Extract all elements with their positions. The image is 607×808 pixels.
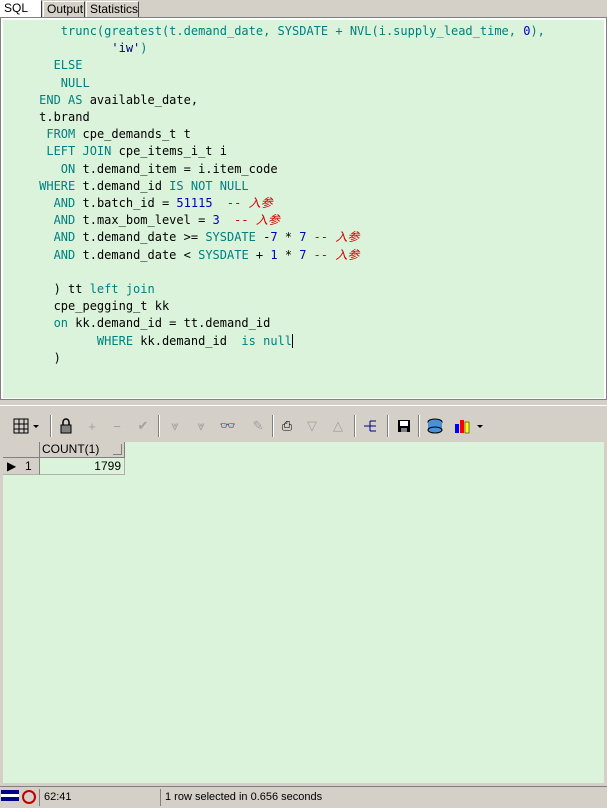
cursor-position: 62:41 <box>39 789 157 806</box>
add-record-button[interactable]: + <box>82 416 102 436</box>
tab-sql[interactable]: SQL <box>0 0 42 18</box>
chevron-double-down-icon: ⩔ <box>171 418 179 433</box>
row-indicator[interactable]: ▶ 1 <box>3 458 40 475</box>
floppy-disk-icon <box>398 420 410 432</box>
grid-menu-button[interactable] <box>10 416 44 436</box>
previous-page-button[interactable]: △ <box>328 416 348 436</box>
row-number: 1 <box>25 459 32 473</box>
tree-icon <box>364 420 376 432</box>
post-changes-button[interactable]: ✔ <box>133 416 153 436</box>
triangle-down-icon: ▽ <box>307 418 317 433</box>
tab-statistics-label: Statistics <box>90 2 139 16</box>
printer-icon: ⎙ <box>281 418 293 433</box>
eraser-icon: ✎ <box>252 418 264 433</box>
grid-icon <box>13 418 39 434</box>
tab-output-label: Output <box>47 2 84 16</box>
tab-statistics[interactable]: Statistics <box>86 1 139 17</box>
chart-menu-button[interactable] <box>452 416 488 436</box>
status-bar: 62:41 1 row selected in 0.656 seconds <box>0 786 607 808</box>
tab-bar: SQL Output Statistics <box>0 0 607 18</box>
chevron-double-down-bar-icon: ⩔ <box>197 418 205 433</box>
column-header-label: COUNT(1) <box>42 442 100 456</box>
next-page-button[interactable]: ▽ <box>302 416 322 436</box>
fetch-next-button[interactable]: ⩔ <box>165 416 185 436</box>
triangle-up-icon: △ <box>333 418 343 433</box>
database-icon <box>427 418 443 434</box>
grid-corner <box>3 442 40 458</box>
save-button[interactable] <box>394 416 414 436</box>
find-button[interactable]: 👓 <box>218 416 238 436</box>
current-row-arrow-icon: ▶ <box>7 459 17 473</box>
minus-icon: − <box>113 418 121 434</box>
binoculars-icon: 👓 <box>219 418 237 433</box>
clear-button[interactable]: ✎ <box>248 416 268 436</box>
export-button[interactable] <box>425 416 445 436</box>
result-grid[interactable]: COUNT(1) ▶ 1 1799 <box>3 442 604 783</box>
status-message: 1 row selected in 0.656 seconds <box>160 789 607 806</box>
lock-icon <box>60 418 72 434</box>
refresh-icon[interactable] <box>22 790 36 804</box>
text-cursor <box>292 333 293 348</box>
fetch-last-button[interactable]: ⩔ <box>191 416 211 436</box>
column-header-count[interactable]: COUNT(1) <box>40 442 125 458</box>
lock-button[interactable] <box>56 416 76 436</box>
explain-plan-button[interactable] <box>361 416 381 436</box>
count-cell[interactable]: 1799 <box>40 458 125 475</box>
tab-output[interactable]: Output <box>43 1 85 17</box>
check-icon: ✔ <box>137 418 149 433</box>
sql-code: trunc(greatest(t.demand_date, SYSDATE + … <box>39 24 545 365</box>
plus-icon: + <box>88 418 96 434</box>
column-dropdown-icon[interactable] <box>113 444 122 455</box>
sql-editor[interactable]: trunc(greatest(t.demand_date, SYSDATE + … <box>3 20 604 398</box>
bar-chart-icon <box>455 420 483 434</box>
delete-record-button[interactable]: − <box>107 416 127 436</box>
tab-sql-label: SQL <box>4 1 29 15</box>
query-by-example-button[interactable]: ⎙ <box>277 416 297 436</box>
result-toolbar: + − ✔ ⩔ ⩔ 👓 ✎ ⎙ ▽ △ <box>0 405 607 443</box>
connection-flag-icon <box>1 790 19 804</box>
